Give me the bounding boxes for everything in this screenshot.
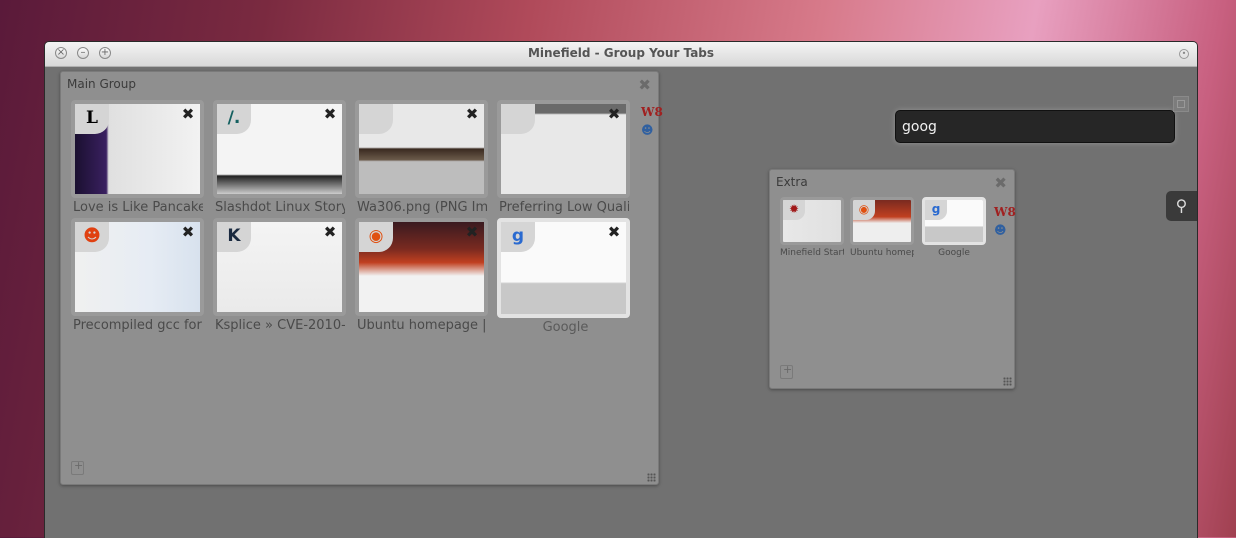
google-icon: g xyxy=(925,200,947,220)
w8-icon: W8 xyxy=(641,105,663,119)
group-close-icon[interactable]: ✖ xyxy=(638,76,651,94)
tab-groups-workspace[interactable]: Main Group ✖ L ✖ Love is Like Pancakes /… xyxy=(45,67,1197,538)
tab-title: Precompiled gcc for w xyxy=(73,318,203,333)
tab-item[interactable]: ✖ Wa306.png (PNG Im xyxy=(355,100,488,220)
tab-title: Google xyxy=(938,248,970,258)
tab-thumbnail[interactable]: /. ✖ xyxy=(213,100,346,198)
tab-title: Ubuntu homep xyxy=(850,248,914,258)
resize-handle[interactable] xyxy=(647,473,656,482)
minefield-icon: ✹ xyxy=(783,200,805,220)
tab-item[interactable]: K ✖ Ksplice » CVE-2010-3 xyxy=(213,218,346,338)
ksplice-k-icon: K xyxy=(217,222,251,252)
tab-title: Minefield Start xyxy=(780,248,844,258)
group-title[interactable]: Extra xyxy=(776,175,808,189)
search-icon[interactable]: ⚲ xyxy=(1166,191,1197,221)
tab-item[interactable]: ☻ ✖ Precompiled gcc for w xyxy=(71,218,204,338)
blank-page-icon xyxy=(501,104,535,134)
resize-handle[interactable] xyxy=(1003,377,1012,386)
tab-title: Love is Like Pancakes xyxy=(73,200,203,215)
close-tab-icon[interactable]: ✖ xyxy=(323,107,337,122)
stacked-tab-icons: W8 ☻ xyxy=(641,105,663,141)
w8-icon: W8 xyxy=(994,205,1016,219)
close-tab-icon[interactable]: ✖ xyxy=(607,225,621,240)
tab-view-toggle-icon[interactable] xyxy=(1173,96,1189,112)
group-close-icon[interactable]: ✖ xyxy=(994,174,1007,192)
stacked-tab-icons: W8 ☻ xyxy=(994,205,1016,241)
tab-thumbnail[interactable]: K ✖ xyxy=(213,218,346,316)
reddit-alien-icon: ☻ xyxy=(994,223,1007,237)
blank-page-icon xyxy=(359,104,393,134)
tab-item[interactable]: ◉ ✖ Ubuntu homepage | xyxy=(355,218,488,338)
tab-thumbnail-active[interactable]: g xyxy=(922,197,986,245)
ubuntu-icon: ◉ xyxy=(853,200,875,220)
close-tab-icon[interactable]: ✖ xyxy=(181,107,195,122)
google-icon: g xyxy=(501,222,535,252)
close-tab-icon[interactable]: ✖ xyxy=(181,225,195,240)
close-tab-icon[interactable]: ✖ xyxy=(465,225,479,240)
ubuntu-icon: ◉ xyxy=(359,222,393,252)
window-menu-icon[interactable]: • xyxy=(1179,49,1189,59)
tab-title: Preferring Low Qualit xyxy=(499,200,629,215)
tab-item[interactable]: g ✖ Google xyxy=(497,218,630,338)
tab-thumbnail[interactable]: ☻ ✖ xyxy=(71,218,204,316)
group-title[interactable]: Main Group xyxy=(67,77,136,91)
tab-title: Slashdot Linux Story xyxy=(215,200,345,215)
browser-window: × – + Minefield - Group Your Tabs • Main… xyxy=(44,41,1198,538)
reddit-alien-icon: ☻ xyxy=(641,123,654,137)
tab-item[interactable]: ✖ Preferring Low Qualit xyxy=(497,100,630,220)
tab-thumbnail[interactable]: ◉ ✖ xyxy=(355,218,488,316)
close-tab-icon[interactable]: ✖ xyxy=(465,107,479,122)
title-bar[interactable]: × – + Minefield - Group Your Tabs • xyxy=(45,42,1197,67)
close-tab-icon[interactable]: ✖ xyxy=(607,107,621,122)
tab-group-main[interactable]: Main Group ✖ L ✖ Love is Like Pancakes /… xyxy=(60,71,663,485)
window-title: Minefield - Group Your Tabs xyxy=(527,46,715,60)
tab-thumbnail[interactable]: ✹ xyxy=(780,197,844,245)
tab-title: Ubuntu homepage | xyxy=(357,318,487,333)
tab-group-extra[interactable]: Extra ✖ ✹ Minefield Start ◉ Ubuntu homep xyxy=(769,169,1016,389)
close-tab-icon[interactable]: ✖ xyxy=(323,225,337,240)
tab-item[interactable]: ✹ Minefield Start xyxy=(780,197,844,263)
tab-thumbnail-active[interactable]: g ✖ xyxy=(497,218,630,318)
page-l-icon: L xyxy=(75,104,109,134)
tab-item[interactable]: /. ✖ Slashdot Linux Story xyxy=(213,100,346,220)
tab-item[interactable]: L ✖ Love is Like Pancakes xyxy=(71,100,204,220)
tab-item[interactable]: ◉ Ubuntu homep xyxy=(850,197,914,263)
tab-title: Google xyxy=(542,320,589,335)
tab-item[interactable]: g Google xyxy=(922,197,986,263)
tab-title: Ksplice » CVE-2010-3 xyxy=(215,318,345,333)
tab-thumbnail[interactable]: ✖ xyxy=(497,100,630,198)
new-tab-icon[interactable] xyxy=(71,459,84,475)
reddit-icon: ☻ xyxy=(75,222,109,252)
search-input[interactable] xyxy=(895,110,1175,143)
new-tab-icon[interactable] xyxy=(780,363,793,379)
tab-thumbnail[interactable]: ✖ xyxy=(355,100,488,198)
slashdot-icon: /. xyxy=(217,104,251,134)
tab-title: Wa306.png (PNG Im xyxy=(357,200,487,215)
tab-thumbnail[interactable]: L ✖ xyxy=(71,100,204,198)
tab-thumbnail[interactable]: ◉ xyxy=(850,197,914,245)
